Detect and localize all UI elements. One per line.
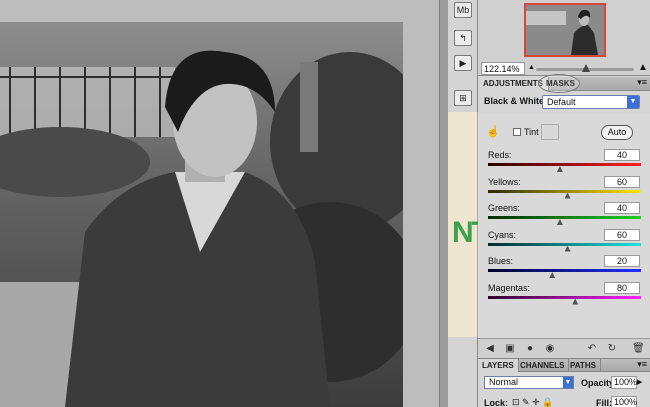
slider-track[interactable] — [488, 295, 641, 299]
layers-panel-tabs: LAYERS CHANNELS PATHS ▾≡ — [478, 359, 650, 372]
slider-track[interactable] — [488, 189, 641, 193]
opacity-arrow-icon[interactable]: ▶ — [637, 376, 646, 389]
slider-track[interactable] — [488, 216, 641, 219]
slider-label: Blues: — [488, 256, 514, 266]
preset-value: Default — [547, 97, 576, 107]
slider-label: Cyans: — [488, 229, 517, 240]
slider-knob[interactable] — [549, 272, 556, 278]
lock-icons[interactable]: ⊡ ✎ ✛ 🔒 — [512, 397, 553, 407]
visibility-eye-icon[interactable]: ◉ — [544, 343, 556, 355]
tab-masks[interactable]: MASKS — [541, 77, 580, 91]
blend-mode-dropdown[interactable]: Normal ▼ — [484, 376, 574, 389]
preset-dropdown[interactable]: Default ▼ — [542, 95, 640, 109]
slider-track[interactable] — [488, 242, 641, 246]
previous-state-icon[interactable]: ↶ — [586, 343, 598, 355]
fill-field[interactable]: 100% — [611, 396, 637, 407]
chevron-down-icon: ▼ — [627, 96, 639, 108]
reset-icon[interactable]: ↻ — [606, 343, 618, 355]
black-and-white-controls: ☝ Tint Auto Reds: 40 Yellows: 60 Greens: 40 Cy… — [478, 114, 650, 338]
slider-value-field[interactable]: 80 — [604, 281, 640, 294]
back-arrow-icon[interactable]: ◀ — [484, 343, 496, 355]
fill-label: Fill: — [596, 398, 612, 407]
trash-icon[interactable]: 🗑 — [632, 343, 645, 355]
slider-list: Reds: 40 Yellows: 60 Greens: 40 Cyans: 60 Blues:… — [478, 114, 650, 338]
panel-menu-icon[interactable]: ▾≡ — [637, 77, 647, 88]
tab-layers[interactable]: LAYERS — [478, 359, 519, 372]
slider-track[interactable] — [488, 163, 641, 166]
opacity-field[interactable]: 100% — [611, 376, 637, 389]
adjustments-panel-tabs: ADJUSTMENTS MASKS ▾≡ — [478, 74, 650, 93]
right-panel-dock: 122.14% ▲ ▲ ADJUSTMENTS MASKS ▾≡ Black &… — [478, 0, 650, 407]
slider-label: Greens: — [488, 203, 521, 213]
tab-channels[interactable]: CHANNELS — [516, 359, 570, 372]
zoom-level-field[interactable]: 122.14% — [481, 62, 525, 75]
slider-label: Reds: — [488, 150, 512, 160]
navigator-thumbnail[interactable] — [524, 3, 606, 57]
zoom-in-icon[interactable]: ▲ — [638, 62, 648, 73]
tab-paths[interactable]: PATHS — [566, 359, 601, 372]
history-icon[interactable]: ↰ — [454, 30, 472, 46]
adjustment-title: Black & White — [484, 96, 545, 106]
slider-knob[interactable] — [564, 192, 571, 199]
slider-value-field[interactable]: 20 — [604, 255, 640, 267]
slider-knob[interactable] — [556, 219, 563, 225]
slider-label: Magentas: — [488, 282, 531, 293]
slider-knob[interactable] — [572, 298, 579, 305]
adjustments-footer-toolbar: ◀ ▣ ● ◉ ↶ ↻ 🗑 — [478, 338, 650, 358]
slider-value-field[interactable]: 60 — [604, 175, 640, 188]
navigator-panel: 122.14% ▲ ▲ — [478, 0, 650, 76]
slider-track[interactable] — [488, 269, 641, 272]
lock-label: Lock: — [484, 398, 509, 407]
slider-knob[interactable] — [556, 166, 563, 172]
blend-mode-value: Normal — [489, 377, 519, 387]
panel-divider[interactable] — [439, 0, 448, 407]
document-canvas[interactable] — [0, 0, 439, 407]
black-and-white-photo[interactable] — [0, 22, 403, 407]
clip-to-layer-icon[interactable]: ● — [524, 343, 536, 355]
slider-value-field[interactable]: 40 — [604, 202, 640, 214]
slider-value-field[interactable]: 60 — [604, 228, 640, 241]
zoom-out-icon[interactable]: ▲ — [528, 64, 535, 71]
expand-view-icon[interactable]: ▣ — [504, 343, 516, 355]
minibridge-button[interactable]: Mb — [454, 2, 472, 18]
navigator-thumbnail-image — [526, 5, 604, 55]
chevron-down-icon: ▼ — [563, 377, 573, 388]
layers-panel-menu-icon[interactable]: ▾≡ — [637, 359, 647, 370]
minibridge-label: Mb — [456, 5, 470, 15]
layers-panel: LAYERS CHANNELS PATHS ▾≡ Normal ▼ Opacit… — [478, 358, 650, 407]
tool-presets-icon[interactable]: ⊞ — [454, 90, 472, 106]
actions-play-icon[interactable]: ▶ — [454, 55, 472, 71]
slider-label: Yellows: — [488, 176, 521, 187]
slider-value-field[interactable]: 40 — [604, 149, 640, 161]
slider-knob[interactable] — [564, 245, 571, 252]
photo-image — [0, 22, 403, 407]
